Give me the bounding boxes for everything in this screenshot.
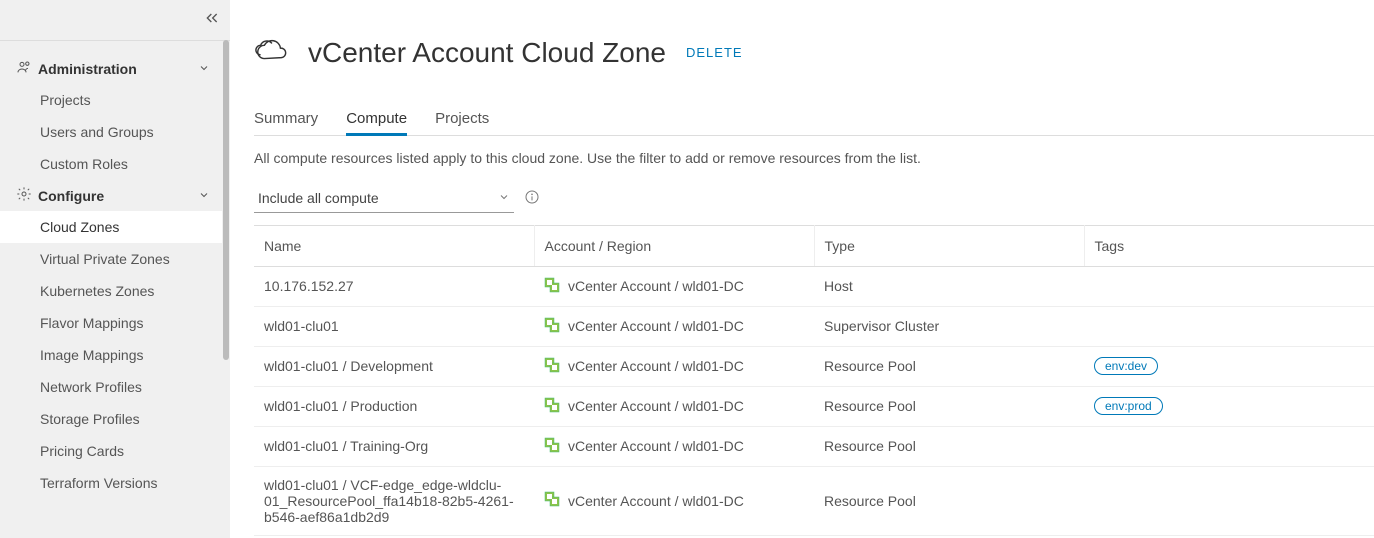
sidebar-item-terraform-versions[interactable]: Terraform Versions xyxy=(0,467,222,499)
cell-tags xyxy=(1084,266,1374,306)
vcenter-icon xyxy=(544,317,560,336)
nav-section-label: Administration xyxy=(38,61,137,77)
sidebar-item-storage-profiles[interactable]: Storage Profiles xyxy=(0,403,222,435)
table-row[interactable]: wld01-clu01 vCenter Account / wld01-DC Sup… xyxy=(254,306,1374,346)
table-row[interactable]: 10.176.152.27 vCenter Account / wld01-DC H… xyxy=(254,266,1374,306)
cell-type: Supervisor Cluster xyxy=(814,306,1084,346)
table-row[interactable]: wld01-clu01 / Production vCenter Account … xyxy=(254,386,1374,426)
sidebar-collapse-button[interactable] xyxy=(204,10,220,29)
compute-table: Name Account / Region Type Tags 10.176.1… xyxy=(254,225,1374,536)
table-row[interactable]: wld01-clu01 / Training-Org vCenter Accoun… xyxy=(254,426,1374,466)
vcenter-icon xyxy=(544,437,560,456)
cell-name: wld01-clu01 / Production xyxy=(264,398,514,414)
tabs: Summary Compute Projects xyxy=(254,102,1374,136)
cell-type: Resource Pool xyxy=(814,426,1084,466)
cell-account: vCenter Account / wld01-DC xyxy=(568,438,744,454)
delete-button[interactable]: DELETE xyxy=(686,45,743,60)
chevron-down-icon xyxy=(198,61,210,77)
column-header-tags[interactable]: Tags xyxy=(1084,225,1374,266)
sidebar: Administration ProjectsUsers and GroupsCu… xyxy=(0,0,230,538)
cloud-zone-icon xyxy=(254,34,288,71)
sidebar-item-users-groups[interactable]: Users and Groups xyxy=(0,116,222,148)
table-row[interactable]: wld01-clu01 / VCF-edge_edge-wldclu-01_Re… xyxy=(254,466,1374,535)
cell-account: vCenter Account / wld01-DC xyxy=(568,398,744,414)
tab-projects[interactable]: Projects xyxy=(435,102,489,135)
sidebar-item-custom-roles[interactable]: Custom Roles xyxy=(0,148,222,180)
cell-tags xyxy=(1084,306,1374,346)
nav-section-label: Configure xyxy=(38,188,104,204)
vcenter-icon xyxy=(544,397,560,416)
cell-type: Resource Pool xyxy=(814,386,1084,426)
cell-type: Host xyxy=(814,266,1084,306)
cell-type: Resource Pool xyxy=(814,346,1084,386)
tag-pill: env:prod xyxy=(1094,397,1163,415)
cell-account: vCenter Account / wld01-DC xyxy=(568,318,744,334)
column-header-account[interactable]: Account / Region xyxy=(534,225,814,266)
tab-compute[interactable]: Compute xyxy=(346,102,407,135)
chevron-down-icon xyxy=(498,190,510,206)
filter-info-icon[interactable] xyxy=(524,189,540,208)
tag-pill: env:dev xyxy=(1094,357,1158,375)
cell-account: vCenter Account / wld01-DC xyxy=(568,278,744,294)
cell-tags xyxy=(1084,426,1374,466)
cell-name: wld01-clu01 xyxy=(264,318,514,334)
column-header-type[interactable]: Type xyxy=(814,225,1084,266)
cell-name: 10.176.152.27 xyxy=(264,278,514,294)
cell-tags: env:dev xyxy=(1084,346,1374,386)
vcenter-icon xyxy=(544,277,560,296)
sidebar-item-image-mappings[interactable]: Image Mappings xyxy=(0,339,222,371)
tab-summary[interactable]: Summary xyxy=(254,102,318,135)
nav-section-admin[interactable]: Administration xyxy=(0,53,222,84)
cell-account: vCenter Account / wld01-DC xyxy=(568,358,744,374)
sidebar-item-k8s-zones[interactable]: Kubernetes Zones xyxy=(0,275,222,307)
main-content: vCenter Account Cloud Zone DELETE Summar… xyxy=(230,0,1374,538)
cell-name: wld01-clu01 / Development xyxy=(264,358,514,374)
sidebar-item-flavor-mappings[interactable]: Flavor Mappings xyxy=(0,307,222,339)
sidebar-scroll-thumb[interactable] xyxy=(223,40,229,360)
cell-type: Resource Pool xyxy=(814,466,1084,535)
vcenter-icon xyxy=(544,491,560,510)
sidebar-item-pricing-cards[interactable]: Pricing Cards xyxy=(0,435,222,467)
sidebar-item-projects[interactable]: Projects xyxy=(0,84,222,116)
cell-tags xyxy=(1084,466,1374,535)
vcenter-icon xyxy=(544,357,560,376)
sidebar-item-cloud-zones[interactable]: Cloud Zones xyxy=(0,211,222,243)
admin-icon xyxy=(16,59,32,78)
sidebar-item-vpz[interactable]: Virtual Private Zones xyxy=(0,243,222,275)
cell-name: wld01-clu01 / VCF-edge_edge-wldclu-01_Re… xyxy=(264,477,514,525)
sidebar-item-network-profiles[interactable]: Network Profiles xyxy=(0,371,222,403)
cell-name: wld01-clu01 / Training-Org xyxy=(264,438,514,454)
sidebar-scrollbar[interactable] xyxy=(222,40,230,538)
compute-description: All compute resources listed apply to th… xyxy=(254,150,1374,166)
compute-filter-select[interactable]: Include all compute xyxy=(254,184,514,213)
configure-icon xyxy=(16,186,32,205)
page-title: vCenter Account Cloud Zone xyxy=(308,37,666,69)
column-header-name[interactable]: Name xyxy=(254,225,534,266)
nav-section-configure[interactable]: Configure xyxy=(0,180,222,211)
compute-filter-value: Include all compute xyxy=(258,190,379,206)
chevron-double-left-icon xyxy=(204,10,220,26)
chevron-down-icon xyxy=(198,188,210,204)
cell-account: vCenter Account / wld01-DC xyxy=(568,493,744,509)
table-row[interactable]: wld01-clu01 / Development vCenter Account… xyxy=(254,346,1374,386)
cell-tags: env:prod xyxy=(1084,386,1374,426)
